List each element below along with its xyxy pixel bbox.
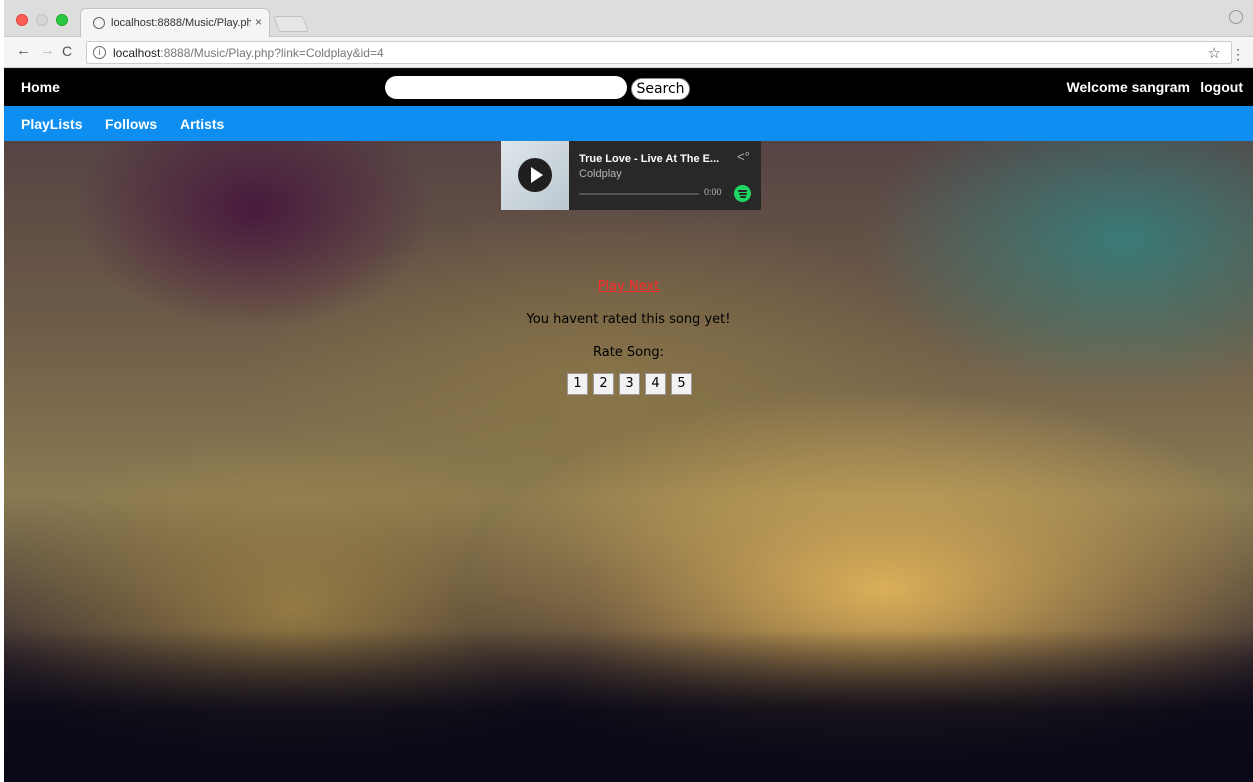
track-title: True Love - Live At The E... bbox=[579, 153, 720, 165]
browser-titlebar: localhost:8888/Music/Play.php × bbox=[4, 0, 1253, 38]
rating-status-text: You havent rated this song yet! bbox=[526, 312, 731, 327]
progress-bar[interactable] bbox=[579, 193, 699, 195]
info-icon[interactable]: i bbox=[93, 46, 106, 59]
browser-toolbar: ← → C i localhost:8888/Music/Play.php?li… bbox=[4, 37, 1253, 68]
play-button[interactable] bbox=[518, 158, 552, 192]
rate-song-label: Rate Song: bbox=[592, 345, 665, 360]
home-link[interactable]: Home bbox=[21, 79, 60, 95]
rate-3-button[interactable]: 3 bbox=[619, 373, 640, 395]
logout-link[interactable]: logout bbox=[1200, 79, 1243, 95]
new-tab-button[interactable] bbox=[273, 16, 309, 32]
welcome-text: Welcome sangram bbox=[1066, 79, 1190, 95]
address-bar[interactable]: i localhost:8888/Music/Play.php?link=Col… bbox=[86, 41, 1245, 64]
rate-2-button[interactable]: 2 bbox=[593, 373, 614, 395]
url-path: :8888/Music/Play.php?link=Coldplay&id=4 bbox=[160, 46, 384, 60]
maximize-window-button[interactable] bbox=[56, 14, 68, 26]
more-menu-icon[interactable]: ⋮ bbox=[1231, 46, 1245, 63]
rate-4-button[interactable]: 4 bbox=[645, 373, 666, 395]
browser-window: localhost:8888/Music/Play.php × ← → C i … bbox=[4, 0, 1253, 782]
nav-item-follows[interactable]: Follows bbox=[105, 116, 157, 132]
close-tab-icon[interactable]: × bbox=[255, 15, 262, 29]
play-icon bbox=[531, 167, 543, 183]
rate-1-button[interactable]: 1 bbox=[567, 373, 588, 395]
url-text: localhost:8888/Music/Play.php?link=Coldp… bbox=[113, 46, 384, 60]
album-art bbox=[501, 141, 569, 210]
tab-title: localhost:8888/Music/Play.php bbox=[111, 17, 251, 29]
track-artist: Coldplay bbox=[579, 168, 622, 180]
page-viewport: Home Search Welcome sangram logout PlayL… bbox=[4, 69, 1253, 782]
track-time: 0:00 bbox=[704, 187, 722, 197]
bookmark-star-icon[interactable]: ☆ bbox=[1208, 44, 1221, 62]
search-input[interactable] bbox=[385, 76, 627, 99]
rating-buttons: 1 2 3 4 5 bbox=[567, 373, 692, 395]
forward-arrow-icon[interactable]: → bbox=[40, 42, 55, 59]
nav-item-playlists[interactable]: PlayLists bbox=[21, 116, 82, 132]
reload-icon[interactable]: C bbox=[62, 43, 72, 59]
search-button[interactable]: Search bbox=[631, 78, 690, 100]
sub-navbar: PlayLists Follows Artists bbox=[4, 106, 1253, 141]
top-navbar: Home Search Welcome sangram logout bbox=[4, 69, 1253, 106]
close-window-button[interactable] bbox=[16, 14, 28, 26]
url-host: localhost bbox=[113, 46, 161, 60]
spotify-player: True Love - Live At The E... Coldplay <°… bbox=[501, 141, 761, 210]
browser-tab[interactable]: localhost:8888/Music/Play.php × bbox=[80, 8, 270, 38]
spotify-icon[interactable] bbox=[734, 185, 751, 202]
share-icon[interactable]: <° bbox=[737, 149, 750, 164]
globe-icon bbox=[93, 17, 105, 29]
nav-item-artists[interactable]: Artists bbox=[180, 116, 224, 132]
background-shade bbox=[4, 629, 1253, 782]
rate-5-button[interactable]: 5 bbox=[671, 373, 692, 395]
back-arrow-icon[interactable]: ← bbox=[16, 42, 31, 59]
play-next-link[interactable]: Play Next bbox=[4, 279, 1253, 294]
minimize-window-button[interactable] bbox=[36, 14, 48, 26]
profile-icon[interactable] bbox=[1229, 10, 1243, 24]
